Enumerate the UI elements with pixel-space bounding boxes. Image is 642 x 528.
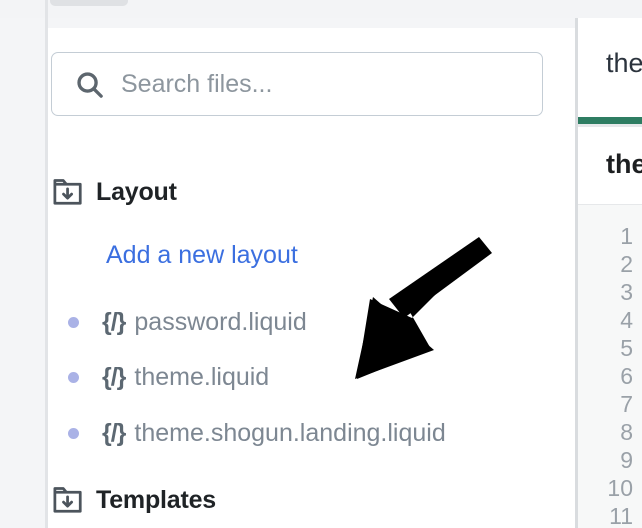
file-name-label: password.liquid xyxy=(134,307,307,336)
file-sidebar: Layout Add a new layout {/} password.liq… xyxy=(48,28,576,528)
toolbar-pill-button[interactable] xyxy=(50,0,128,6)
liquid-file-icon: {/} xyxy=(102,362,126,391)
liquid-file-icon: {/} xyxy=(102,418,126,447)
file-name-label: theme.liquid xyxy=(134,362,270,391)
line-number: 7 xyxy=(620,391,633,417)
file-row-theme-liquid[interactable]: {/} theme.liquid xyxy=(48,359,269,395)
folder-download-icon xyxy=(48,484,90,516)
liquid-file-icon: {/} xyxy=(102,307,126,336)
file-status-dot xyxy=(68,316,79,328)
tab-indicator-shadow xyxy=(578,124,642,127)
folder-download-icon xyxy=(48,176,90,208)
left-rail xyxy=(0,0,45,528)
editor-tab-theme[interactable]: the xyxy=(606,48,642,79)
search-files-box[interactable] xyxy=(51,52,543,116)
line-number: 6 xyxy=(620,363,633,389)
file-row-theme-shogun-landing-liquid[interactable]: {/} theme.shogun.landing.liquid xyxy=(48,415,446,451)
editor-filename-heading: the xyxy=(606,149,642,179)
editor-line-number-gutter: 1 2 3 4 5 6 7 8 9 10 11 12 xyxy=(578,204,642,528)
search-icon xyxy=(74,69,105,100)
file-name-label: theme.shogun.landing.liquid xyxy=(134,418,446,447)
folder-label-templates: Templates xyxy=(96,485,217,514)
file-status-dot xyxy=(68,371,79,383)
line-number: 10 xyxy=(607,475,633,501)
file-row-password-liquid[interactable]: {/} password.liquid xyxy=(48,304,307,340)
line-number: 3 xyxy=(620,279,633,305)
file-status-dot xyxy=(68,427,79,439)
add-new-layout-link[interactable]: Add a new layout xyxy=(106,241,298,270)
window-top-strip-tail xyxy=(0,18,642,28)
folder-label-layout: Layout xyxy=(96,177,177,206)
line-number: 5 xyxy=(620,335,633,361)
line-number: 8 xyxy=(620,419,633,445)
folder-header-templates[interactable]: Templates xyxy=(48,484,216,516)
active-tab-indicator xyxy=(578,117,642,124)
line-number: 9 xyxy=(620,447,633,473)
line-number: 1 xyxy=(620,223,633,249)
line-number: 4 xyxy=(620,307,633,333)
app-window: Layout Add a new layout {/} password.liq… xyxy=(0,0,642,528)
code-editor-panel: the the 1 2 3 4 5 6 7 8 9 10 11 12 xyxy=(578,18,642,528)
line-number: 2 xyxy=(620,251,633,277)
search-input[interactable] xyxy=(121,69,501,99)
line-number: 11 xyxy=(609,503,633,528)
folder-header-layout[interactable]: Layout xyxy=(48,176,177,208)
